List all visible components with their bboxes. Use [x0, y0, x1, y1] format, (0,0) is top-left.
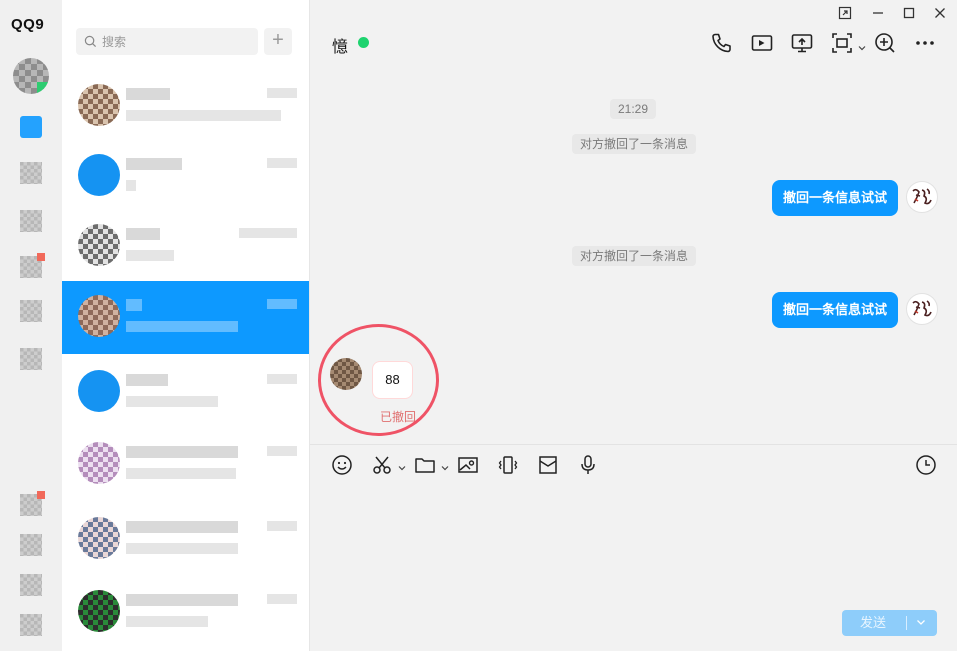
my-chat-avatar[interactable] [906, 181, 938, 213]
avatar [78, 442, 120, 484]
message-time [267, 446, 297, 456]
outgoing-message[interactable]: 撤回一条信息试试 [771, 292, 898, 328]
messages-icon[interactable] [20, 116, 42, 138]
contact-name [126, 521, 238, 533]
phone-icon[interactable] [710, 31, 734, 55]
contact-name [126, 594, 238, 606]
conversation-list: + [62, 0, 310, 651]
add-member-icon[interactable] [873, 31, 897, 55]
message-time [239, 228, 297, 238]
last-message [126, 180, 136, 191]
pin-window-icon[interactable] [835, 5, 855, 21]
minimize-icon[interactable] [868, 5, 888, 21]
avatar [78, 224, 120, 266]
close-icon[interactable] [930, 5, 950, 21]
contact-name [126, 228, 160, 240]
conversation-item[interactable] [62, 576, 309, 649]
screen-share-icon[interactable] [790, 31, 814, 55]
search-icon [84, 35, 97, 48]
online-indicator [37, 82, 49, 94]
red-packet-icon[interactable] [537, 454, 561, 478]
emoji-icon[interactable] [331, 454, 355, 478]
message-time [267, 299, 297, 309]
video-icon[interactable] [750, 31, 774, 55]
add-button[interactable]: + [264, 28, 292, 55]
last-message [126, 616, 208, 627]
message-time [267, 88, 297, 98]
send-button[interactable]: 发送 [842, 610, 937, 636]
last-message [126, 110, 281, 121]
avatar [78, 295, 120, 337]
avatar [78, 370, 120, 412]
last-message [126, 543, 238, 554]
conversation-item[interactable] [62, 140, 309, 213]
contacts-icon[interactable] [20, 162, 42, 184]
contact-name [126, 299, 142, 311]
avatar [78, 84, 120, 126]
avatar [78, 590, 120, 632]
highlight-circle-annotation [318, 324, 439, 436]
message-time [267, 521, 297, 531]
search-input[interactable] [102, 34, 252, 49]
game-icon[interactable] [20, 300, 42, 322]
message-composer[interactable]: 发送 [310, 444, 957, 651]
system-notice: 对方撤回了一条消息 [572, 134, 697, 154]
conversation-item[interactable] [62, 428, 309, 501]
contact-name [126, 88, 170, 100]
favorites-icon[interactable] [20, 574, 42, 596]
my-avatar[interactable] [13, 58, 49, 94]
last-message [126, 468, 236, 479]
chevron-down-icon[interactable] [858, 40, 866, 51]
chat-title: 憶 [332, 39, 349, 56]
more-icon[interactable] [913, 31, 937, 55]
chevron-down-icon[interactable] [441, 460, 449, 471]
last-message [126, 250, 174, 261]
search-box[interactable] [76, 28, 258, 55]
channel-icon[interactable] [20, 253, 45, 278]
space-icon[interactable] [20, 210, 42, 232]
scissors-icon[interactable] [371, 454, 395, 478]
contact-name [126, 374, 168, 386]
files-icon[interactable] [20, 534, 42, 556]
last-message [126, 321, 238, 332]
conversation-item[interactable] [62, 503, 309, 576]
send-label: 发送 [860, 615, 887, 630]
last-message [126, 396, 218, 407]
send-divider [906, 616, 907, 630]
app-logo: QQ9 [11, 16, 45, 33]
menu-icon[interactable] [20, 614, 42, 636]
send-options-chevron-icon[interactable] [915, 616, 927, 628]
my-chat-avatar[interactable] [906, 293, 938, 325]
conversation-item[interactable] [62, 210, 309, 283]
online-status-dot [358, 37, 369, 48]
conversation-item[interactable] [62, 70, 309, 143]
chat-header: 憶 [310, 0, 957, 68]
shake-icon[interactable] [497, 454, 521, 478]
mail-icon[interactable] [20, 491, 45, 516]
outgoing-message[interactable]: 撤回一条信息试试 [771, 180, 898, 216]
left-rail: QQ9 [0, 0, 62, 651]
contact-name [126, 446, 238, 458]
chevron-down-icon[interactable] [398, 460, 406, 471]
conversation-item-active[interactable] [62, 281, 309, 354]
chat-panel: 憶 21:29 对方撤回了一条消息 撤回一条信息试试 对方撤回了一条消息 撤回一… [310, 0, 957, 651]
history-icon[interactable] [915, 454, 939, 478]
message-time [267, 158, 297, 168]
message-time [267, 374, 297, 384]
folder-icon[interactable] [414, 454, 438, 478]
notification-badge [37, 253, 45, 261]
maximize-icon[interactable] [899, 5, 919, 21]
avatar [78, 517, 120, 559]
message-time [267, 594, 297, 604]
system-notice: 对方撤回了一条消息 [572, 246, 697, 266]
timestamp: 21:29 [610, 99, 657, 119]
image-icon[interactable] [457, 454, 481, 478]
avatar [78, 154, 120, 196]
conversation-item[interactable] [62, 356, 309, 429]
notification-badge [37, 491, 45, 499]
contact-name [126, 158, 182, 170]
more-apps-icon[interactable] [20, 348, 42, 370]
microphone-icon[interactable] [577, 454, 601, 478]
screenshot-icon[interactable] [830, 31, 854, 55]
